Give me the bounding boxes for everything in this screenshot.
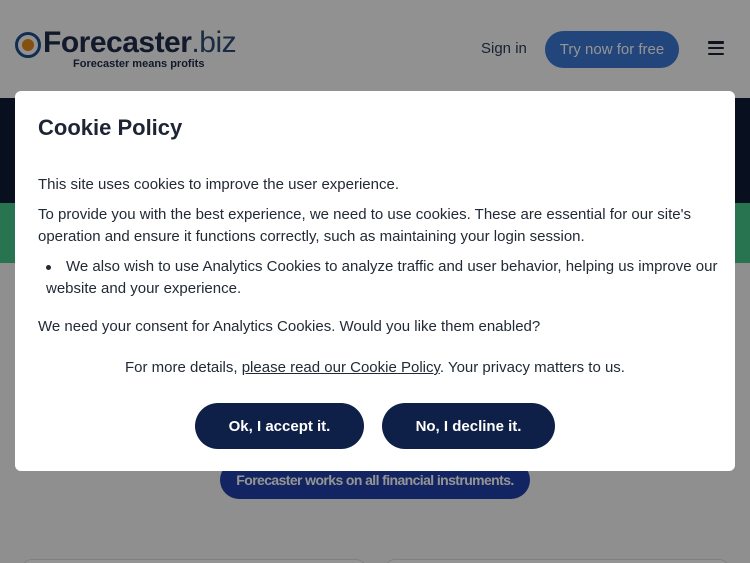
- bullet-icon: [46, 265, 51, 270]
- cookie-essential-text: To provide you with the best experience,…: [38, 206, 691, 245]
- list-item: We also wish to use Analytics Cookies to…: [46, 256, 726, 300]
- consent-question-text: We need your consent for Analytics Cooki…: [38, 318, 541, 335]
- cookie-policy-link[interactable]: please read our Cookie Policy: [242, 359, 440, 376]
- cookie-policy-dialog: Cookie Policy This site uses cookies to …: [15, 91, 735, 471]
- cookie-bullet-list: We also wish to use Analytics Cookies to…: [46, 256, 726, 300]
- decline-cookies-button[interactable]: No, I decline it.: [382, 403, 555, 449]
- cookie-details-text: For more details, please read our Cookie…: [125, 359, 625, 376]
- analytics-cookie-text: We also wish to use Analytics Cookies to…: [46, 258, 718, 297]
- dialog-title: Cookie Policy: [38, 115, 183, 140]
- cookie-intro-text: This site uses cookies to improve the us…: [38, 176, 400, 193]
- accept-cookies-button[interactable]: Ok, I accept it.: [195, 403, 364, 449]
